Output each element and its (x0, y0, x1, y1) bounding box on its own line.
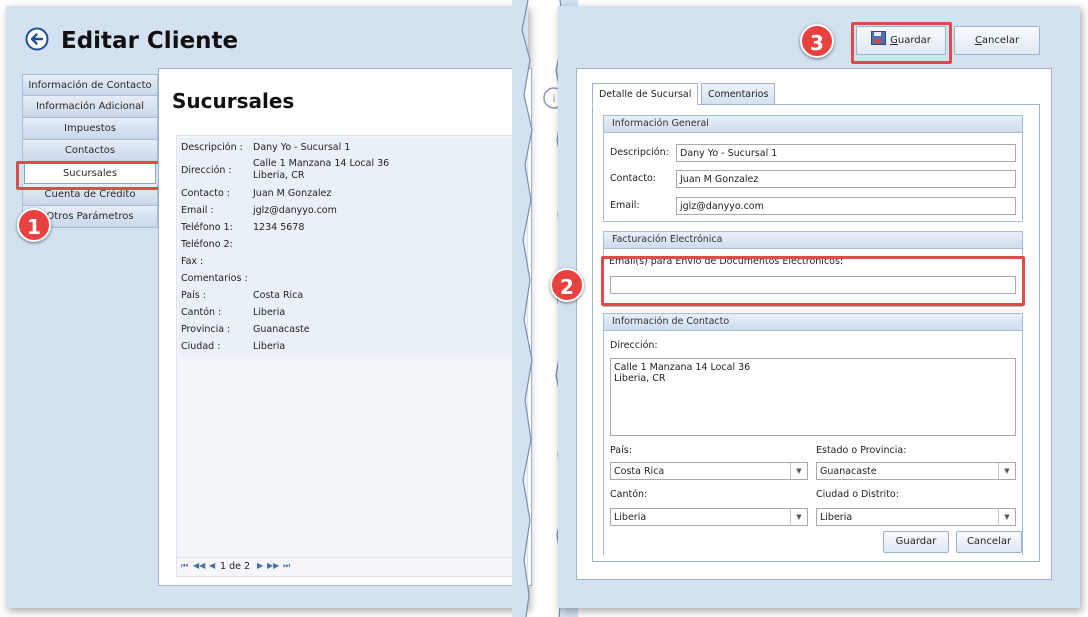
section-informacion-general: Información General Descripción: Dany Yo… (603, 115, 1023, 222)
highlight-save-button (851, 22, 952, 64)
step-badge-1: 1 (17, 208, 51, 242)
contacto-label: Contacto: (610, 173, 656, 184)
nav-item-informacion-adicional[interactable]: Información Adicional (22, 96, 158, 118)
section-nav: Información de Contacto Información Adic… (22, 74, 158, 228)
section-header-fe: Facturación Electrónica (604, 232, 1022, 249)
tab-comentarios[interactable]: Comentarios (701, 83, 776, 105)
email-field[interactable]: jglz@danyyo.com (676, 197, 1016, 215)
branches-grid: Descripción : Dany Yo - Sucursal 1 Direcc… (176, 135, 528, 577)
next-page-icon[interactable]: ▶ (257, 561, 263, 570)
pais-select[interactable]: Costa Rica ▼ (610, 462, 808, 480)
chevron-down-icon: ▼ (998, 463, 1015, 479)
chevron-down-icon: ▼ (998, 509, 1015, 525)
highlight-fe-emails (601, 256, 1025, 306)
pager: ⏮ ◀◀ ◀ 1 de 2 ▶ ▶▶ ⏭ (177, 557, 527, 576)
section-informacion-contacto: Información de Contacto Dirección: Calle… (603, 313, 1023, 561)
content-title: Sucursales (172, 89, 295, 113)
chevron-down-icon: ▼ (790, 463, 807, 479)
highlight-sucursales (16, 161, 164, 190)
page-title: Editar Cliente (61, 28, 239, 54)
left-panel: Editar Cliente Información de Contacto I… (6, 6, 532, 608)
direccion-textarea[interactable]: Calle 1 Manzana 14 Local 36 Liberia, CR (610, 358, 1016, 436)
branch-card[interactable]: Descripción : Dany Yo - Sucursal 1 Direcc… (179, 138, 523, 356)
canton-label: Cantón: (610, 489, 648, 500)
right-panel: Guardar Cancelar Detalle de Sucursal Com… (558, 6, 1080, 608)
torn-edge-left (512, 0, 533, 617)
tab-pane: Información General Descripción: Dany Yo… (592, 104, 1040, 562)
section-header-general: Información General (604, 116, 1022, 133)
prev-page-icon[interactable]: ◀ (209, 561, 215, 570)
nav-item-impuestos[interactable]: Impuestos (22, 118, 158, 140)
provincia-select[interactable]: Guanacaste ▼ (816, 462, 1016, 480)
ciudad-label: Ciudad o Distrito: (816, 489, 899, 500)
page-indicator: 1 de 2 (220, 561, 251, 572)
toolbar-cancel-button[interactable]: Cancelar (954, 26, 1040, 55)
pais-label: País: (610, 445, 632, 456)
bottom-save-button[interactable]: Guardar (883, 531, 949, 553)
section-header-contacto: Información de Contacto (604, 314, 1022, 331)
nav-item-contactos[interactable]: Contactos (22, 140, 158, 162)
bottom-cancel-button[interactable]: Cancelar (956, 531, 1022, 553)
descripcion-field[interactable]: Dany Yo - Sucursal 1 (676, 144, 1016, 162)
nav-item-informacion-contacto[interactable]: Información de Contacto (22, 74, 158, 96)
email-label: Email: (610, 200, 640, 211)
descripcion-label: Descripción: (610, 147, 669, 158)
last-page-icon[interactable]: ⏭ (283, 561, 290, 571)
branches-content: Sucursales Descripción : Dany Yo - Sucurs… (158, 68, 532, 586)
branch-detail-form: Detalle de Sucursal Comentarios Informac… (576, 68, 1052, 580)
scroll-cutoff (593, 555, 1039, 561)
tab-detalle-sucursal[interactable]: Detalle de Sucursal (592, 83, 699, 105)
contacto-field[interactable]: Juan M Gonzalez (676, 170, 1016, 188)
step-badge-3: 3 (800, 24, 834, 58)
direccion-label: Dirección: (610, 340, 658, 351)
back-arrow-icon[interactable] (25, 27, 49, 51)
chevron-down-icon: ▼ (790, 509, 807, 525)
canton-select[interactable]: Liberia ▼ (610, 508, 808, 526)
step-badge-2: 2 (550, 268, 584, 302)
provincia-label: Estado o Provincia: (816, 445, 907, 456)
ciudad-select[interactable]: Liberia ▼ (816, 508, 1016, 526)
next-group-icon[interactable]: ▶▶ (267, 561, 279, 570)
first-page-icon[interactable]: ⏮ (181, 561, 188, 571)
prev-group-icon[interactable]: ◀◀ (193, 561, 205, 570)
